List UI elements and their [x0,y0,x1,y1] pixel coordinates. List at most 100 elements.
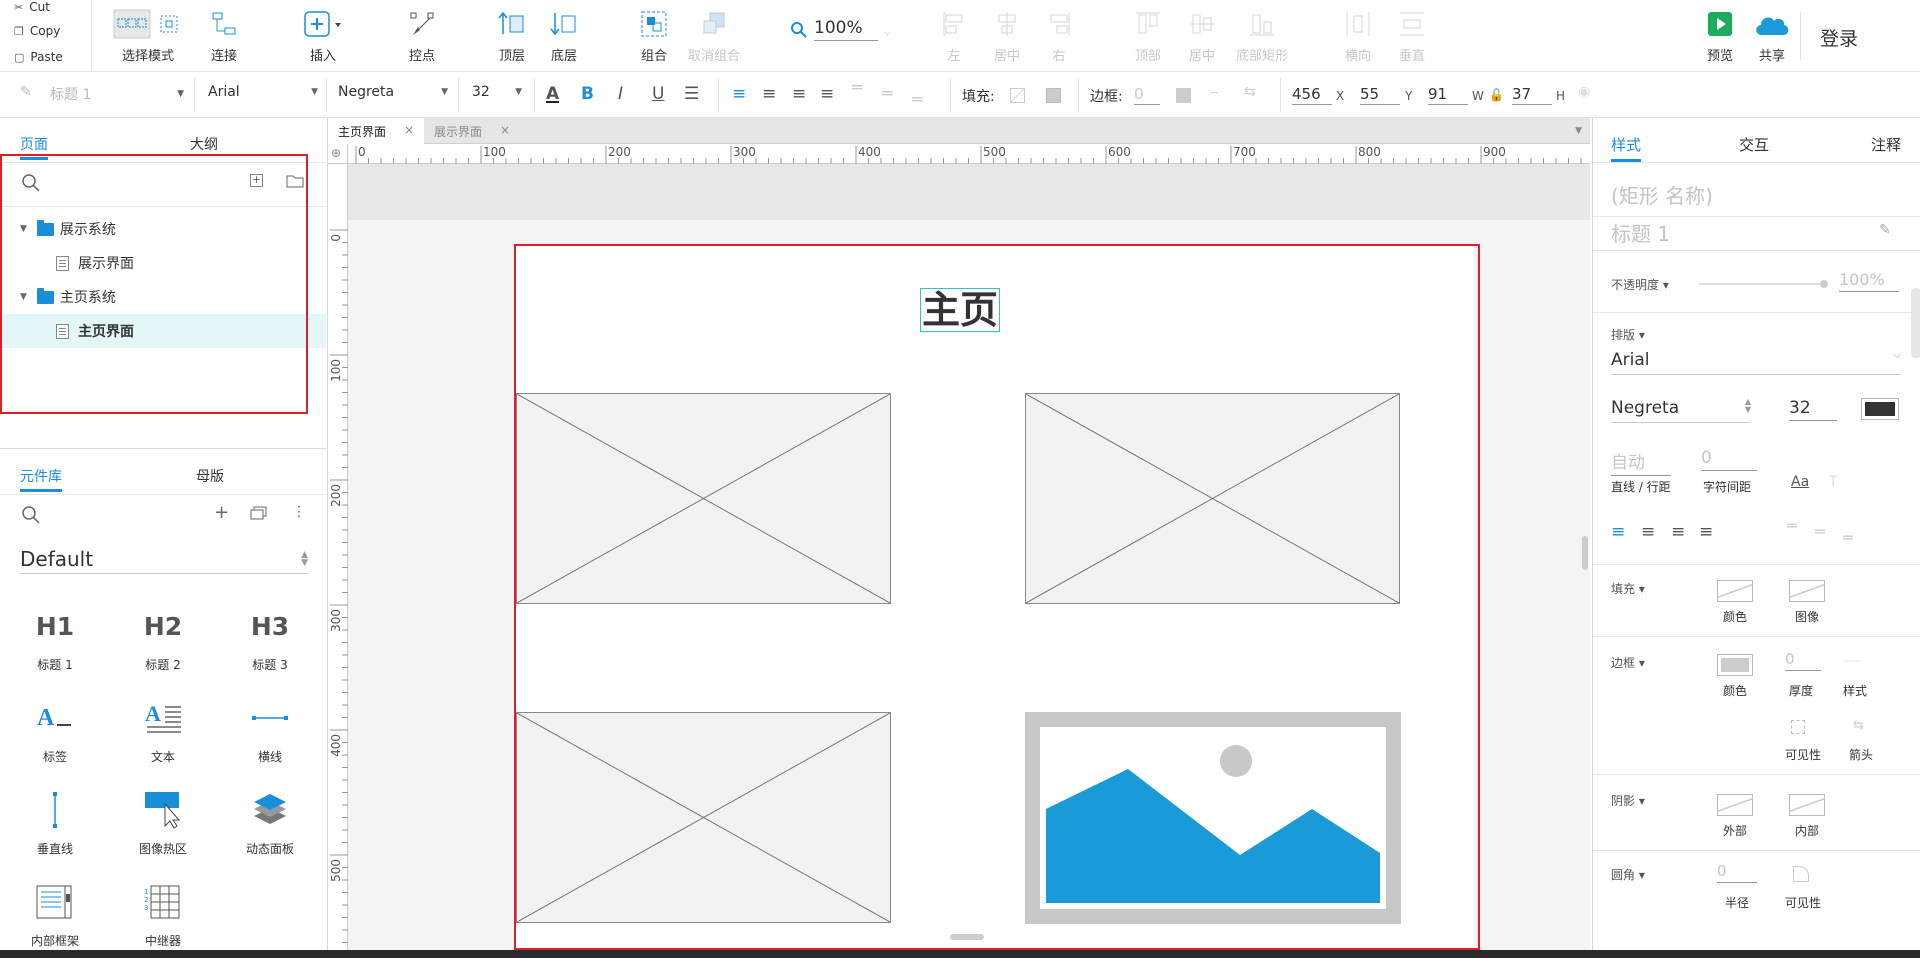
tab-showcase-page[interactable]: 展示界面 × [424,118,520,144]
library-window-icon[interactable] [250,506,268,520]
opacity-slider[interactable] [1699,280,1828,288]
align-right-button[interactable]: 右 [1019,8,1099,64]
copy-button[interactable]: ❐ Copy [14,24,60,38]
tab-outline[interactable]: 大纲 [190,134,218,154]
tab-style[interactable]: 样式 [1611,134,1642,162]
bold-icon[interactable]: B [581,84,594,104]
widget-hotspot[interactable]: 图像热区 [118,786,208,857]
tab-masters[interactable]: 母版 [196,466,224,486]
edit-style-icon[interactable]: ✎ [1879,222,1891,238]
valign-top-icon[interactable]: ═ [852,78,862,98]
underline-icon[interactable]: U [652,84,664,104]
tab-library[interactable]: 元件库 [20,466,62,492]
distribute-vertical-button[interactable]: 垂直 [1372,8,1452,64]
send-to-back-button[interactable]: 底层 [524,8,604,64]
panel-scrollbar[interactable] [1911,288,1920,358]
font-color-swatch[interactable] [1861,398,1899,420]
text-align-right-icon[interactable]: ≡ [1671,522,1685,542]
library-select[interactable]: Default ▲ ▼ [20,544,308,574]
tab-home-page[interactable]: 主页界面 × [328,118,425,144]
fill-image-swatch[interactable] [1789,580,1825,602]
visibility-icon[interactable]: ◉ [1578,84,1590,100]
slider-thumb[interactable] [1820,280,1828,288]
close-icon[interactable]: × [500,123,510,139]
text-align-center-icon[interactable]: ≡ [762,84,776,104]
tab-pages[interactable]: 页面 [20,134,48,160]
outer-shadow-swatch[interactable] [1717,794,1753,816]
shape-name-input[interactable]: (矩形 名称) [1611,180,1713,209]
font-weight-select[interactable]: Negreta ▲ ▼ [1611,398,1751,423]
style-name[interactable]: 标题 1 [1611,218,1670,247]
widget-h3[interactable]: H3 标题 3 [225,602,315,673]
italic-icon[interactable]: I [618,84,623,104]
radius-input[interactable]: 0 [1717,862,1757,883]
text-shadow-icon[interactable]: T [1829,474,1838,490]
line-height-input[interactable]: 自动 [1611,448,1671,476]
y-input[interactable]: 55 [1360,85,1400,105]
font-family-select[interactable]: Arial ⌵ [1611,350,1901,375]
valign-bottom-icon[interactable]: ═ [1843,528,1853,547]
font-size-select[interactable]: 32 ▼ [472,84,522,100]
text-align-center-icon[interactable]: ≡ [1641,522,1655,542]
widget-h2[interactable]: H2 标题 2 [118,602,208,673]
border-width-input[interactable]: 0 [1134,85,1160,105]
bullet-list-icon[interactable]: ☰ [684,84,699,104]
font-family-select[interactable]: Arial ▼ [208,84,318,100]
radius-visibility-icon[interactable] [1793,866,1809,882]
widget-label[interactable]: A 标签 [10,694,100,765]
letter-spacing-input[interactable]: 0 [1701,448,1757,471]
horizontal-scrollbar[interactable] [950,934,984,940]
valign-middle-icon[interactable]: ═ [1815,522,1825,541]
border-thickness-input[interactable]: 0 [1785,650,1821,671]
widget-text[interactable]: A 文本 [118,694,208,765]
cut-button[interactable]: ✂ Cut [14,0,50,14]
text-align-right-icon[interactable]: ≡ [792,84,806,104]
fill-color-swatch[interactable] [1717,580,1753,602]
widget-vline[interactable]: 垂直线 [10,786,100,857]
library-search-icon[interactable] [22,506,40,524]
widget-inline-frame[interactable]: 内部框架 [10,878,100,949]
point-button[interactable]: 控点 [382,8,462,64]
text-justify-icon[interactable]: ≡ [820,84,834,104]
ungroup-button[interactable]: 取消组合 [674,8,754,64]
border-style-icon[interactable]: ┄ [1210,86,1218,101]
close-icon[interactable]: × [404,123,414,139]
insert-button[interactable]: 插入 [283,8,363,64]
border-color-swatch[interactable] [1717,654,1753,676]
text-align-left-icon[interactable]: ≡ [732,84,746,104]
add-library-icon[interactable]: + [214,502,229,523]
width-input[interactable]: 91 [1428,85,1468,105]
text-case-icon[interactable]: Aa [1791,474,1809,490]
text-justify-icon[interactable]: ≡ [1699,522,1713,542]
widget-repeater[interactable]: 123 中继器 [118,878,208,949]
height-input[interactable]: 37 [1512,85,1552,105]
login-button[interactable]: 登录 [1820,24,1858,51]
design-canvas[interactable]: 主页 [348,164,1590,950]
lock-icon[interactable]: 🔓 [1489,88,1504,102]
valign-bottom-icon[interactable]: ═ [912,90,922,110]
valign-middle-icon[interactable]: ═ [882,84,892,104]
border-style-icon[interactable]: ┄┄ [1845,654,1859,668]
text-align-left-icon[interactable]: ≡ [1611,522,1625,542]
align-bottom-button[interactable]: 底部矩形 [1222,8,1302,64]
valign-top-icon[interactable]: ═ [1787,516,1797,535]
vertical-scrollbar[interactable] [1582,536,1588,570]
connect-button[interactable]: 连接 [184,8,264,64]
border-visibility-icon[interactable] [1791,720,1805,734]
tab-notes[interactable]: 注释 [1871,134,1901,155]
border-color-swatch[interactable] [1176,88,1191,103]
font-weight-select[interactable]: Negreta ▼ [338,84,448,100]
widget-h1[interactable]: H1 标题 1 [10,602,100,673]
tabs-menu-icon[interactable]: ▼ [1575,126,1582,136]
inner-shadow-swatch[interactable] [1789,794,1825,816]
style-select[interactable]: 标题 1 ▼ [50,84,184,104]
font-size-input[interactable]: 32 [1789,398,1837,421]
fill-color-swatch[interactable] [1010,88,1025,103]
opacity-input[interactable]: 100% [1839,270,1899,292]
x-input[interactable]: 456 [1292,85,1332,105]
select-mode-button[interactable]: 选择模式 [108,8,188,64]
more-options-icon[interactable]: ⋮ [292,504,306,520]
font-color-icon[interactable]: A [546,84,560,104]
arrow-style-icon[interactable]: ⇆ [1853,718,1864,733]
tab-interaction[interactable]: 交互 [1739,134,1769,155]
